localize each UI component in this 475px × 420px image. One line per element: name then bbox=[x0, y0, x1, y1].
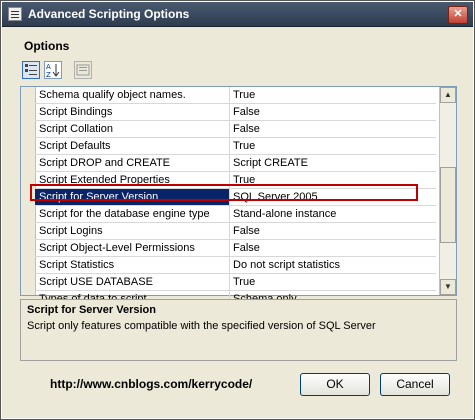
property-value[interactable]: False bbox=[233, 240, 433, 256]
property-pages-icon[interactable] bbox=[74, 61, 92, 79]
property-name: Script for the database engine type bbox=[39, 208, 210, 220]
column-divider bbox=[229, 206, 230, 222]
property-value[interactable]: Stand-alone instance bbox=[233, 206, 433, 222]
property-row[interactable]: Script DROP and CREATE Script CREATE bbox=[35, 155, 436, 172]
sort-az-icon[interactable]: AZ bbox=[44, 61, 62, 79]
property-name: Script Object-Level Permissions bbox=[39, 242, 195, 254]
property-row[interactable]: Script Defaults True bbox=[35, 138, 436, 155]
column-divider bbox=[229, 257, 230, 273]
property-value[interactable]: Do not script statistics bbox=[233, 257, 433, 273]
property-row[interactable]: Script for Server Version SQL Server 2005 bbox=[35, 189, 436, 206]
advanced-scripting-options-dialog: Advanced Scripting Options ✕ Options AZ … bbox=[0, 0, 475, 420]
description-panel: Script for Server Version Script only fe… bbox=[20, 299, 457, 361]
column-divider bbox=[229, 189, 230, 205]
property-row[interactable]: Schema qualify object names. True bbox=[35, 87, 436, 104]
property-row[interactable]: Script Statistics Do not script statistic… bbox=[35, 257, 436, 274]
property-value[interactable]: True bbox=[233, 138, 433, 154]
column-divider bbox=[229, 155, 230, 171]
property-name: Script Defaults bbox=[39, 140, 111, 152]
column-divider bbox=[229, 138, 230, 154]
property-value[interactable]: Script CREATE bbox=[233, 155, 433, 171]
column-divider bbox=[229, 240, 230, 256]
svg-text:Z: Z bbox=[46, 71, 51, 78]
property-name: Script Collation bbox=[39, 123, 113, 135]
vertical-scrollbar[interactable]: ▲ ▼ bbox=[439, 87, 456, 295]
scroll-up-icon[interactable]: ▲ bbox=[440, 87, 456, 103]
property-row[interactable]: Script Bindings False bbox=[35, 104, 436, 121]
ok-button[interactable]: OK bbox=[300, 373, 370, 396]
grid-margin bbox=[21, 87, 36, 295]
property-value[interactable]: False bbox=[233, 121, 433, 137]
dialog-body: Options AZ Schema qualify object names. T… bbox=[2, 27, 473, 418]
property-value[interactable]: True bbox=[233, 87, 433, 103]
property-row[interactable]: Script USE DATABASE True bbox=[35, 274, 436, 291]
scroll-down-icon[interactable]: ▼ bbox=[440, 279, 456, 295]
column-divider bbox=[229, 87, 230, 103]
property-name: Script USE DATABASE bbox=[39, 276, 153, 288]
property-name: Script Bindings bbox=[39, 106, 113, 118]
categorized-icon[interactable] bbox=[22, 61, 40, 79]
property-name: Script for Server Version bbox=[35, 189, 229, 205]
blog-url: http://www.cnblogs.com/kerrycode/ bbox=[50, 377, 253, 391]
property-row[interactable]: Script Collation False bbox=[35, 121, 436, 138]
property-value[interactable]: True bbox=[233, 274, 433, 290]
property-row[interactable]: Script Logins False bbox=[35, 223, 436, 240]
property-value[interactable]: SQL Server 2005 bbox=[233, 189, 433, 205]
title-bar[interactable]: Advanced Scripting Options ✕ bbox=[2, 2, 473, 27]
property-rows: Schema qualify object names. True Script B… bbox=[35, 87, 436, 308]
column-divider bbox=[229, 104, 230, 120]
property-name: Script Statistics bbox=[39, 259, 115, 271]
property-value[interactable]: False bbox=[233, 104, 433, 120]
cancel-button[interactable]: Cancel bbox=[380, 373, 450, 396]
column-divider bbox=[229, 172, 230, 188]
dialog-icon bbox=[8, 7, 22, 21]
column-divider bbox=[229, 223, 230, 239]
property-value[interactable]: True bbox=[233, 172, 433, 188]
property-name: Schema qualify object names. bbox=[39, 89, 186, 101]
description-title: Script for Server Version bbox=[27, 304, 156, 316]
property-grid[interactable]: Schema qualify object names. True Script B… bbox=[20, 86, 457, 308]
property-row[interactable]: Script Object-Level Permissions False bbox=[35, 240, 436, 257]
close-button[interactable]: ✕ bbox=[448, 6, 468, 24]
property-name: Script Extended Properties bbox=[39, 174, 170, 186]
property-row[interactable]: Script for the database engine type Stand… bbox=[35, 206, 436, 223]
column-divider bbox=[229, 121, 230, 137]
property-value[interactable]: False bbox=[233, 223, 433, 239]
property-row[interactable]: Script Extended Properties True bbox=[35, 172, 436, 189]
description-text: Script only features compatible with the… bbox=[27, 320, 376, 332]
options-label: Options bbox=[24, 39, 70, 53]
column-divider bbox=[229, 274, 230, 290]
property-name: Script Logins bbox=[39, 225, 103, 237]
dialog-title: Advanced Scripting Options bbox=[28, 7, 190, 21]
scroll-thumb[interactable] bbox=[440, 167, 456, 243]
svg-text:A: A bbox=[46, 63, 51, 71]
property-name: Script DROP and CREATE bbox=[39, 157, 171, 169]
